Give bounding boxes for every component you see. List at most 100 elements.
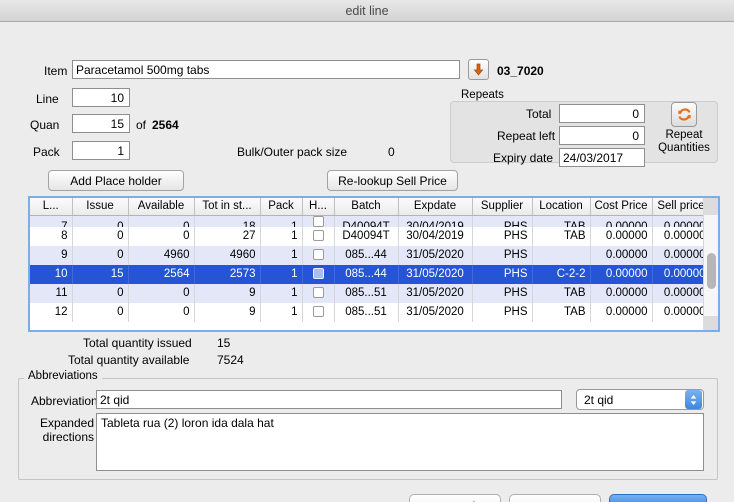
grid-cell-cost: 0.00000 bbox=[590, 226, 653, 246]
grid-cell-sell: 0.00000 bbox=[652, 283, 711, 303]
grid-column-header[interactable]: L... bbox=[30, 198, 73, 216]
pack-label: Pack bbox=[33, 145, 60, 159]
table-row[interactable]: 7 0 0 18 1 D40094T 30/04/2019 PHS TAB 0.00000 0.00… bbox=[30, 215, 718, 227]
refresh-circular-arrows-icon bbox=[671, 102, 697, 127]
grid-column-header[interactable]: Sell price bbox=[652, 198, 711, 216]
stock-lines-table[interactable]: L... Issue Available Tot in st... Pack H... Ba… bbox=[28, 196, 720, 332]
grid-cell-cost: 0.00000 bbox=[590, 302, 653, 322]
grid-scrollbar-thumb[interactable] bbox=[707, 253, 716, 289]
quantity-input[interactable] bbox=[72, 114, 130, 133]
total-quantity-issued-value: 15 bbox=[217, 336, 231, 350]
abbreviation-input[interactable] bbox=[96, 390, 562, 409]
add-place-holder-button[interactable]: Add Place holder bbox=[48, 170, 184, 191]
grid-cell-tot: 2573 bbox=[194, 264, 261, 284]
grid-cell-issue: 0 bbox=[72, 226, 129, 246]
hold-checkbox[interactable] bbox=[312, 268, 324, 280]
grid-cell-sell: 0.00000 bbox=[652, 245, 711, 265]
grid-cell-supplier: PHS bbox=[472, 302, 533, 322]
grid-cell-hold bbox=[302, 245, 335, 265]
grid-column-header[interactable]: Tot in st... bbox=[194, 198, 261, 216]
grid-cell-tot: 27 bbox=[194, 226, 261, 246]
repeat-left-input[interactable] bbox=[559, 126, 645, 145]
grid-column-header[interactable]: H... bbox=[302, 198, 335, 216]
item-lookup-button[interactable] bbox=[468, 59, 489, 80]
grid-cell-batch: D40094T bbox=[334, 226, 399, 246]
grid-cell-supplier: PHS bbox=[472, 226, 533, 246]
window-titlebar: edit line bbox=[0, 0, 734, 22]
edit-line-dialog: Item 03_7020 Line Quan of 2564 Pack Bulk… bbox=[0, 22, 734, 502]
abbreviation-label: Abbreviation bbox=[31, 394, 98, 408]
expanded-directions-label: Expanded directions bbox=[38, 416, 94, 444]
grid-cell-supplier: PHS bbox=[472, 264, 533, 284]
repeat-left-label: Repeat left bbox=[497, 129, 556, 143]
grid-column-header[interactable]: Supplier bbox=[472, 198, 533, 216]
grid-cell-expdate: 31/05/2020 bbox=[398, 302, 473, 322]
grid-column-header[interactable]: Batch bbox=[334, 198, 399, 216]
abbreviations-group-label: Abbreviations bbox=[24, 370, 102, 382]
grid-column-header[interactable]: Location bbox=[532, 198, 591, 216]
grid-cell-hold bbox=[302, 226, 335, 246]
hold-checkbox[interactable] bbox=[312, 306, 324, 318]
grid-cell-location: TAB bbox=[532, 215, 591, 227]
grid-body[interactable]: 7 0 0 18 1 D40094T 30/04/2019 PHS TAB 0.00000 0.00… bbox=[30, 215, 718, 322]
repeat-total-label: Total bbox=[526, 107, 552, 121]
table-row[interactable]: 8 0 0 27 1 D40094T 30/04/2019 PHS TAB 0.00000 0.00… bbox=[30, 226, 718, 246]
table-row[interactable]: 12 0 0 9 1 085...51 31/05/2020 PHS TAB 0.00000 0.0… bbox=[30, 302, 718, 322]
pack-input[interactable] bbox=[72, 141, 130, 160]
grid-cell-hold bbox=[302, 215, 335, 227]
grid-cell-cost: 0.00000 bbox=[590, 215, 653, 227]
grid-cell-hold bbox=[302, 283, 335, 303]
item-input[interactable] bbox=[72, 60, 460, 79]
grid-cell-tot: 18 bbox=[194, 215, 261, 227]
grid-cell-issue: 15 bbox=[72, 264, 129, 284]
grid-cell-line: 11 bbox=[30, 283, 73, 303]
grid-cell-pack: 1 bbox=[260, 215, 303, 227]
table-row[interactable]: 10 15 2564 2573 1 085...44 31/05/2020 PHS C-2-2 0… bbox=[30, 264, 718, 284]
grid-header-row[interactable]: L... Issue Available Tot in st... Pack H... Ba… bbox=[30, 198, 718, 216]
grid-cell-batch: 085...51 bbox=[334, 302, 399, 322]
window-title: edit line bbox=[345, 3, 389, 18]
hold-checkbox[interactable] bbox=[312, 230, 324, 242]
re-lookup-sell-price-button[interactable]: Re-lookup Sell Price bbox=[327, 170, 458, 191]
grid-cell-expdate: 31/05/2020 bbox=[398, 245, 473, 265]
table-row[interactable]: 9 0 4960 4960 1 085...44 31/05/2020 PHS 0.00000 0… bbox=[30, 245, 718, 265]
grid-cell-issue: 0 bbox=[72, 283, 129, 303]
grid-cell-supplier: PHS bbox=[472, 215, 533, 227]
grid-column-header[interactable]: Issue bbox=[72, 198, 129, 216]
item-label: Item bbox=[44, 64, 68, 78]
table-row[interactable]: 11 0 0 9 1 085...51 31/05/2020 PHS TAB 0.00000 0.0… bbox=[30, 283, 718, 303]
expanded-directions-textarea[interactable]: Tableta rua (2) loron ida dala hat bbox=[96, 413, 704, 471]
grid-cell-tot: 9 bbox=[194, 302, 261, 322]
grid-column-header[interactable]: Cost Price bbox=[590, 198, 653, 216]
repeat-expiry-date-label: Expiry date bbox=[493, 151, 554, 165]
grid-cell-cost: 0.00000 bbox=[590, 264, 653, 284]
hold-checkbox[interactable] bbox=[312, 249, 324, 261]
down-arrow-icon bbox=[473, 63, 484, 76]
grid-cell-line: 10 bbox=[30, 264, 73, 284]
cancel-button[interactable]: Cancel bbox=[409, 494, 501, 502]
expanded-directions-label-line2: directions bbox=[42, 430, 94, 444]
repeat-total-input[interactable] bbox=[559, 104, 645, 123]
ok-button[interactable]: OK bbox=[509, 494, 601, 502]
grid-cell-pack: 1 bbox=[260, 264, 303, 284]
grid-cell-available: 2564 bbox=[128, 264, 195, 284]
grid-cell-sell: 0.00000 bbox=[652, 264, 711, 284]
ok-and-next-button[interactable]: OK & Next bbox=[609, 494, 707, 502]
abbreviation-select[interactable]: 2t qid bbox=[576, 389, 704, 410]
repeat-expiry-date-input[interactable] bbox=[559, 148, 645, 167]
hold-checkbox[interactable] bbox=[312, 287, 324, 299]
grid-cell-issue: 0 bbox=[72, 302, 129, 322]
quantity-total-value: 2564 bbox=[152, 118, 179, 132]
grid-cell-issue: 0 bbox=[72, 245, 129, 265]
grid-cell-tot: 9 bbox=[194, 283, 261, 303]
line-input[interactable] bbox=[72, 88, 130, 107]
grid-column-header[interactable]: Pack bbox=[260, 198, 303, 216]
grid-column-header[interactable]: Available bbox=[128, 198, 195, 216]
grid-vertical-scrollbar[interactable] bbox=[703, 215, 718, 330]
grid-column-header[interactable]: Expdate bbox=[398, 198, 473, 216]
quantity-of-label: of bbox=[136, 118, 147, 132]
grid-cell-issue: 0 bbox=[72, 215, 129, 227]
chevron-updown-icon bbox=[685, 390, 702, 409]
hold-checkbox[interactable] bbox=[312, 215, 324, 227]
repeat-quantities-button[interactable]: Repeat Quantities bbox=[655, 102, 713, 160]
